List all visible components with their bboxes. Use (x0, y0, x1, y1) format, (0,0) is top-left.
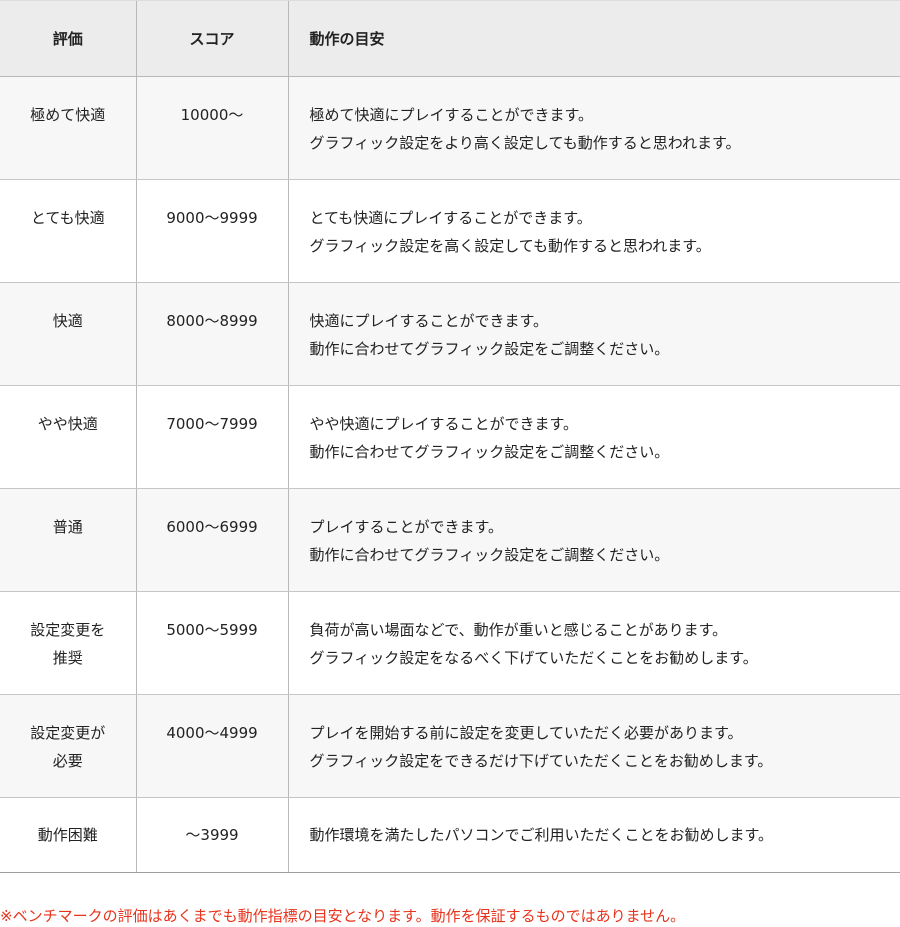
score-cell: 5000～5999 (135, 591, 288, 695)
header-score: スコア (135, 0, 288, 77)
header-rating: 評価 (0, 0, 136, 77)
guide-line: 快適にプレイすることができます。 (309, 312, 549, 330)
rating-cell: 設定変更が 必要 (0, 694, 136, 798)
table-row: 設定変更を 推奨 5000～5999 負荷が高い場面などで、動作が重いと感じるこ… (0, 591, 900, 695)
rating-cell: やや快適 (0, 385, 136, 489)
rating-label: 設定変更が (30, 724, 106, 742)
table-row: 動作困難 ～3999 動作環境を満たしたパソコンでご利用いただくことをお勧めしま… (0, 797, 900, 873)
table-row: やや快適 7000～7999 やや快適にプレイすることができます。 動作に合わせ… (0, 385, 900, 489)
score-range: 7000～7999 (166, 415, 258, 433)
rating-label: やや快適 (37, 415, 98, 433)
guide-cell: プレイすることができます。 動作に合わせてグラフィック設定をご調整ください。 (287, 488, 900, 592)
score-range: 6000～6999 (166, 518, 258, 536)
guide-cell: 動作環境を満たしたパソコンでご利用いただくことをお勧めします。 (287, 797, 900, 873)
score-range: 10000～ (180, 106, 244, 124)
guide-line: グラフィック設定を高く設定しても動作すると思われます。 (309, 237, 711, 255)
rating-label: 普通 (52, 518, 83, 536)
score-range: 8000～8999 (166, 312, 258, 330)
rating-label: 快適 (52, 312, 83, 330)
score-cell: ～3999 (135, 797, 288, 873)
guide-line: グラフィック設定をなるべく下げていただくことをお勧めします。 (309, 649, 758, 667)
score-range: 5000～5999 (166, 621, 258, 639)
disclaimer-note: ※ベンチマークの評価はあくまでも動作指標の目安となります。動作を保証するものでは… (0, 907, 686, 925)
guide-line: 動作に合わせてグラフィック設定をご調整ください。 (309, 443, 670, 461)
guide-line: 動作に合わせてグラフィック設定をご調整ください。 (309, 546, 670, 564)
score-cell: 9000～9999 (135, 179, 288, 283)
table-row: 設定変更が 必要 4000～4999 プレイを開始する前に設定を変更していただく… (0, 694, 900, 798)
guide-cell: とても快適にプレイすることができます。 グラフィック設定を高く設定しても動作する… (287, 179, 900, 283)
guide-line: とても快適にプレイすることができます。 (309, 209, 592, 227)
rating-cell: 普通 (0, 488, 136, 592)
guide-line: グラフィック設定をできるだけ下げていただくことをお勧めします。 (309, 752, 773, 770)
score-cell: 7000～7999 (135, 385, 288, 489)
score-cell: 8000～8999 (135, 282, 288, 386)
guide-line: 動作に合わせてグラフィック設定をご調整ください。 (309, 340, 670, 358)
score-range: 9000～9999 (166, 209, 258, 227)
rating-label: 設定変更を (30, 621, 106, 639)
table-row: 普通 6000～6999 プレイすることができます。 動作に合わせてグラフィック… (0, 488, 900, 592)
rating-label: 必要 (52, 752, 83, 770)
header-guide: 動作の目安 (287, 0, 900, 77)
table-row: とても快適 9000～9999 とても快適にプレイすることができます。 グラフィ… (0, 179, 900, 283)
guide-cell: 快適にプレイすることができます。 動作に合わせてグラフィック設定をご調整ください… (287, 282, 900, 386)
guide-line: 動作環境を満たしたパソコンでご利用いただくことをお勧めします。 (309, 826, 774, 844)
rating-cell: 極めて快適 (0, 76, 136, 180)
guide-cell: プレイを開始する前に設定を変更していただく必要があります。 グラフィック設定をで… (287, 694, 900, 798)
guide-cell: 負荷が高い場面などで、動作が重いと感じることがあります。 グラフィック設定をなる… (287, 591, 900, 695)
rating-cell: 快適 (0, 282, 136, 386)
guide-line: 極めて快適にプレイすることができます。 (309, 106, 594, 124)
guide-cell: 極めて快適にプレイすることができます。 グラフィック設定をより高く設定しても動作… (287, 76, 900, 180)
score-range: ～3999 (185, 826, 239, 844)
score-range: 4000～4999 (166, 724, 258, 742)
rating-cell: とても快適 (0, 179, 136, 283)
rating-label: 動作困難 (37, 826, 98, 844)
benchmark-score-table: 評価 スコア 動作の目安 極めて快適 10000～ 極めて快適にプレイすることが… (0, 0, 900, 873)
table-row: 快適 8000～8999 快適にプレイすることができます。 動作に合わせてグラフ… (0, 282, 900, 386)
table-row: 極めて快適 10000～ 極めて快適にプレイすることができます。 グラフィック設… (0, 76, 900, 180)
guide-line: グラフィック設定をより高く設定しても動作すると思われます。 (309, 134, 741, 152)
score-cell: 6000～6999 (135, 488, 288, 592)
guide-line: プレイを開始する前に設定を変更していただく必要があります。 (309, 724, 743, 742)
score-cell: 4000～4999 (135, 694, 288, 798)
guide-line: 負荷が高い場面などで、動作が重いと感じることがあります。 (309, 621, 728, 639)
rating-label: 極めて快適 (30, 106, 106, 124)
table-header-row: 評価 スコア 動作の目安 (0, 0, 900, 77)
rating-cell: 設定変更を 推奨 (0, 591, 136, 695)
guide-line: プレイすることができます。 (309, 518, 504, 536)
rating-label: 推奨 (52, 649, 83, 667)
guide-line: やや快適にプレイすることができます。 (309, 415, 579, 433)
rating-label: とても快適 (30, 209, 105, 227)
score-cell: 10000～ (135, 76, 288, 180)
guide-cell: やや快適にプレイすることができます。 動作に合わせてグラフィック設定をご調整くだ… (287, 385, 900, 489)
rating-cell: 動作困難 (0, 797, 136, 873)
